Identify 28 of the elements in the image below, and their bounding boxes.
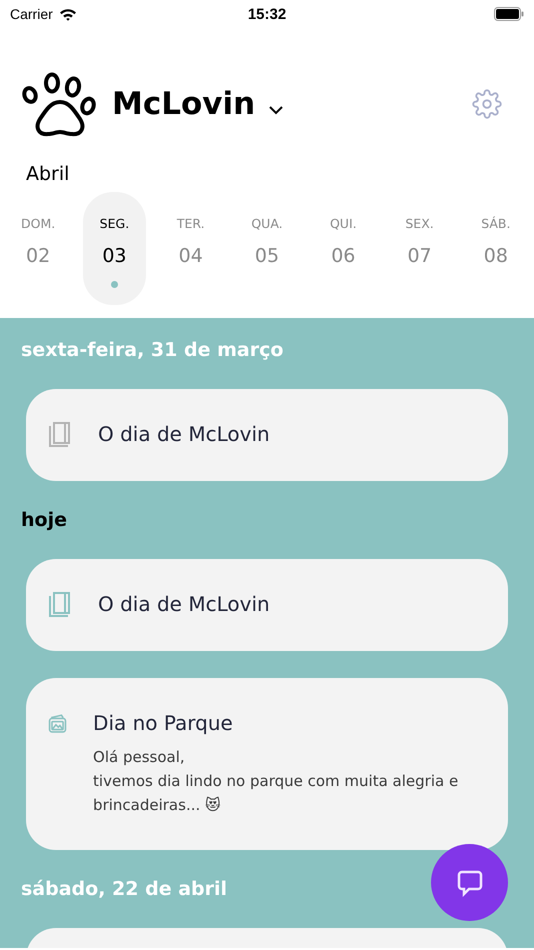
- entry-card[interactable]: O dia de McLovin: [26, 559, 508, 651]
- day-selector[interactable]: QUI. 06: [312, 192, 374, 305]
- day-selector[interactable]: SEG. 03: [83, 192, 146, 305]
- day-selector[interactable]: TER. 04: [160, 192, 222, 305]
- entry-text: tivemos dia lindo no parque com muita alegria e brincadeiras... 😻: [93, 771, 460, 816]
- wifi-icon: [58, 8, 77, 20]
- chevron-down-icon: [269, 106, 284, 114]
- day-selector[interactable]: DOM. 02: [7, 192, 70, 305]
- entry-card[interactable]: O dia de McLovin: [26, 389, 508, 481]
- chat-bubble-icon: [456, 868, 484, 896]
- clock-time: 15:32: [248, 6, 286, 22]
- carrier-label: Carrier: [10, 6, 53, 22]
- date-heading: hoje: [21, 509, 67, 531]
- day-selector[interactable]: QUA. 05: [236, 192, 298, 305]
- date-heading: sábado, 22 de abril: [21, 878, 228, 900]
- entry-card[interactable]: Dia no Parque Olá pessoal, tivemos dia lindo no parque com muita alegria e brincadeiras... 😻: [26, 678, 508, 850]
- day-selector[interactable]: SÁB. 08: [464, 192, 527, 305]
- pet-name: McLovin: [112, 86, 256, 122]
- settings-icon: [472, 89, 502, 119]
- battery-icon: [494, 7, 524, 21]
- entry-title: Dia no Parque: [93, 711, 234, 735]
- entry-title: O dia de McLovin: [98, 592, 270, 616]
- date-heading: sexta-feira, 31 de março: [21, 339, 284, 361]
- month-label: Abril: [26, 163, 70, 185]
- entry-text: Olá pessoal,: [93, 747, 186, 768]
- day-selector[interactable]: SEX. 07: [388, 192, 451, 305]
- entry-title: O dia de McLovin: [98, 422, 270, 446]
- pet-dropdown-button[interactable]: [269, 106, 284, 114]
